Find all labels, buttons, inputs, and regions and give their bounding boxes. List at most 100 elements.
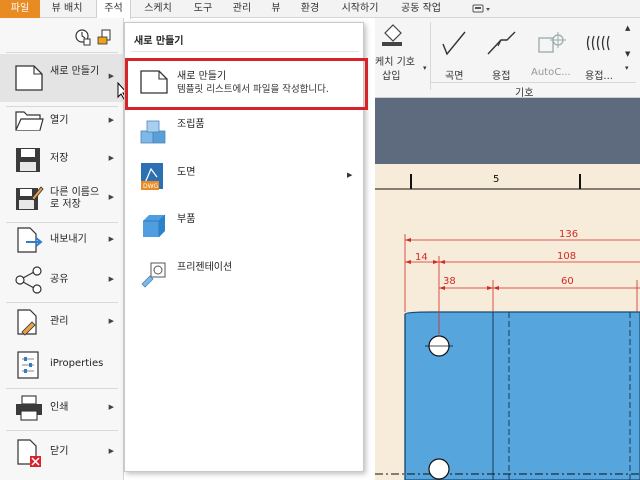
weld-button[interactable]: 용접	[492, 67, 510, 82]
menu-item-label: 다른 이름으로 저장	[50, 187, 100, 210]
dimension-text[interactable]: 108	[557, 251, 576, 262]
menu-item-label: 내보내기	[50, 234, 87, 245]
submenu-arrow-icon: ▶	[108, 275, 114, 283]
menu-item-label: 인쇄	[50, 402, 69, 413]
menu-item-open[interactable]: 열기 ▶	[0, 102, 124, 140]
weld-caterpillar-icon	[586, 35, 610, 51]
close-file-icon	[17, 439, 41, 467]
panel-divider	[131, 51, 359, 52]
printer-icon	[16, 395, 42, 421]
sketch-symbol-label-2[interactable]: 삽입	[382, 67, 400, 82]
chevron-down-icon[interactable]: ▾	[423, 64, 427, 72]
menu-item-label: 관리	[50, 316, 69, 327]
submenu-arrow-icon: ▶	[108, 317, 114, 325]
dimension-text[interactable]: 38	[443, 276, 456, 287]
menu-divider	[6, 388, 118, 389]
menu-item-export[interactable]: 내보내기 ▶	[0, 222, 124, 258]
menu-item-label: 닫기	[50, 446, 69, 457]
new-drawing-item[interactable]: DWG 도면 ▶	[125, 157, 363, 197]
display-options-icon	[472, 4, 490, 13]
menu-item-save-as[interactable]: 다른 이름으로 저장 ▶	[0, 178, 124, 220]
submenu-arrow-icon: ▶	[108, 447, 114, 455]
tab-get-started[interactable]: 시작하기	[334, 0, 386, 18]
open-documents-icon[interactable]	[96, 28, 114, 46]
canvas-background	[375, 98, 640, 164]
new-presentation-item[interactable]: 프리젠테이션	[125, 253, 363, 293]
ribbon-divider	[430, 22, 431, 90]
item-label: 부품	[177, 214, 196, 225]
dimension-text[interactable]: 136	[559, 229, 578, 240]
surface-texture-button[interactable]: 곡면	[445, 67, 463, 82]
share-icon	[15, 266, 42, 294]
recent-documents-icon[interactable]	[74, 28, 92, 46]
item-label: 도면	[177, 167, 196, 178]
submenu-arrow-icon: ▶	[108, 235, 114, 243]
tab-manage[interactable]: 관리	[226, 0, 258, 18]
svg-text:DWG: DWG	[143, 183, 159, 190]
assembly-icon	[140, 120, 166, 144]
menu-bar: 파일 뷰 배치 주석 스케치 도구 관리 뷰 환경 시작하기 공동 작업	[0, 0, 640, 19]
menu-divider	[6, 302, 118, 303]
ribbon-panel: 케치 기호 삽입 ▾ 곡면 용접 AutoC... 용접... ▲ ▼ ▾ 기호	[375, 18, 640, 99]
submenu-arrow-icon: ▶	[108, 193, 114, 201]
sketch-symbol-icon	[382, 24, 402, 46]
dwg-drawing-icon: DWG	[141, 163, 163, 190]
submenu-arrow-icon: ▶	[108, 116, 114, 124]
menu-item-label: iProperties	[50, 358, 104, 369]
new-part-item[interactable]: 부품	[125, 205, 363, 245]
export-icon	[17, 227, 43, 253]
save-as-icon	[16, 186, 44, 210]
menu-item-share[interactable]: 공유 ▶	[0, 260, 124, 300]
tab-annotate[interactable]: 주석	[96, 0, 131, 19]
folder-open-icon	[15, 111, 44, 131]
item-label: 프리젠테이션	[177, 262, 233, 273]
ribbon-scroll-down-icon[interactable]: ▼	[625, 50, 630, 58]
menu-item-new[interactable]: 새로 만들기 ▶	[0, 54, 124, 102]
zone-label: 5	[493, 174, 500, 185]
ribbon-scroll-up-icon[interactable]: ▲	[625, 24, 630, 32]
autocad-block-button[interactable]: AutoC...	[531, 67, 571, 78]
manage-icon	[17, 309, 37, 336]
tab-environment[interactable]: 환경	[294, 0, 326, 18]
item-label: 조립품	[177, 119, 205, 130]
autocad-block-icon	[538, 32, 566, 53]
panel-title: 새로 만들기	[134, 36, 184, 47]
menu-divider	[6, 430, 118, 431]
ribbon-display-dropdown[interactable]	[470, 0, 494, 18]
tab-view[interactable]: 뷰	[266, 0, 286, 18]
tab-sketch[interactable]: 스케치	[138, 0, 178, 18]
file-menu: 새로 만들기 ▶ 열기 ▶ 저장 ▶ 다른 이름으로 저장 ▶ 내보내기 ▶ 공…	[0, 18, 124, 480]
part-cube-icon	[143, 214, 166, 237]
new-file-icon	[15, 65, 43, 91]
symbols-group-label: 기호	[515, 88, 534, 99]
menu-item-iproperties[interactable]: iProperties	[0, 344, 124, 384]
ribbon-expand-icon[interactable]: ▾	[625, 64, 629, 72]
highlight-box	[125, 58, 368, 110]
tab-file[interactable]: 파일	[0, 0, 40, 18]
new-assembly-item[interactable]: 조립품	[125, 111, 363, 151]
weld-caterpillar-button[interactable]: 용접...	[585, 67, 613, 82]
menu-item-save[interactable]: 저장 ▶	[0, 140, 124, 178]
menu-item-label: 새로 만들기	[50, 66, 100, 77]
dimension-text[interactable]: 60	[561, 276, 574, 287]
tab-tools[interactable]: 도구	[188, 0, 218, 18]
tab-view-layout[interactable]: 뷰 배치	[42, 0, 92, 18]
presentation-icon	[141, 262, 166, 288]
menu-item-print[interactable]: 인쇄 ▶	[0, 390, 124, 426]
menu-item-label: 공유	[50, 274, 69, 285]
submenu-arrow-icon: ▶	[108, 403, 114, 411]
submenu-arrow-icon: ▶	[108, 154, 114, 162]
dimension-text[interactable]: 14	[415, 252, 428, 263]
surface-texture-icon	[442, 31, 466, 56]
ribbon-group-divider	[431, 82, 636, 83]
properties-icon	[17, 351, 39, 379]
menu-item-close[interactable]: 닫기 ▶	[0, 432, 124, 474]
tab-collaborate[interactable]: 공동 작업	[394, 0, 448, 18]
drawing-sheet[interactable]: 5 136 14 108 38 60	[375, 164, 640, 480]
menu-item-manage[interactable]: 관리 ▶	[0, 304, 124, 340]
submenu-arrow-icon: ▶	[108, 72, 114, 80]
menu-divider	[6, 52, 118, 53]
weld-symbol-icon	[487, 31, 516, 55]
menu-item-label: 열기	[50, 115, 69, 126]
sketch-symbol-label-1[interactable]: 케치 기호	[375, 53, 415, 68]
